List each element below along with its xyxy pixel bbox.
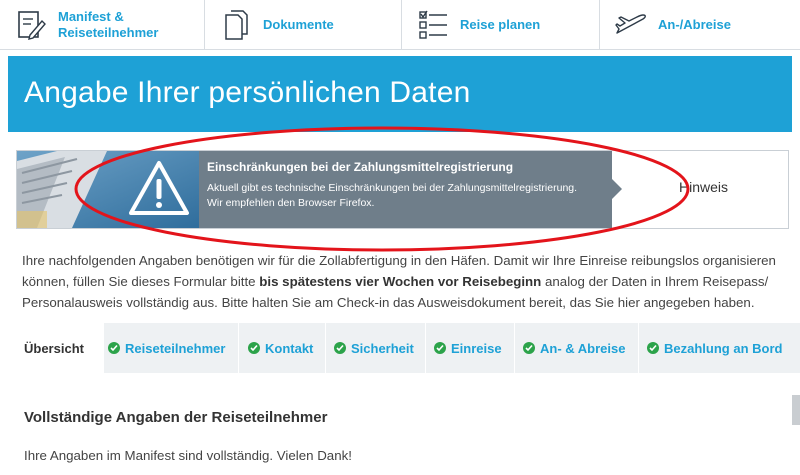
summary-text: Ihre Angaben im Manifest sind vollständi… xyxy=(24,448,352,463)
top-navigation: Manifest & Reiseteilnehmer Dokumente Rei… xyxy=(0,0,800,50)
nav-reise-planen-label: Reise planen xyxy=(460,17,541,32)
check-icon xyxy=(108,342,120,354)
notice-line-2: Wir empfehlen den Browser Firefox. xyxy=(207,197,375,209)
section-tabs: Übersicht Reiseteilnehmer Kontakt Sicher… xyxy=(16,323,800,373)
nav-reise-planen[interactable]: Reise planen xyxy=(402,0,600,50)
page-title: Angabe Ihrer persönlichen Daten xyxy=(24,76,471,109)
intro-deadline: bis spätestens vier Wochen vor Reisebegi… xyxy=(259,274,542,289)
tab-reiseteilnehmer[interactable]: Reiseteilnehmer xyxy=(104,323,238,373)
notice-hint-link[interactable]: Hinweis xyxy=(679,179,728,195)
tab-bezahlung[interactable]: Bezahlung an Bord xyxy=(639,323,789,373)
nav-dokumente-label: Dokumente xyxy=(263,17,334,32)
warning-icon xyxy=(127,157,191,221)
intro-paragraph: Ihre nachfolgenden Angaben benötigen wir… xyxy=(22,250,792,313)
nav-manifest-label: Manifest & Reiseteilnehmer xyxy=(58,9,159,40)
notice-pointer xyxy=(612,179,622,199)
nav-an-abreise[interactable]: An-/Abreise xyxy=(600,0,800,50)
tab-einreise[interactable]: Einreise xyxy=(426,323,514,373)
documents-icon xyxy=(219,8,253,42)
nav-manifest[interactable]: Manifest & Reiseteilnehmer xyxy=(0,0,205,50)
airplane-icon xyxy=(614,8,648,42)
tab-uebersicht-label: Übersicht xyxy=(24,340,84,356)
check-icon xyxy=(523,342,535,354)
notice-title: Einschränkungen bei der Zahlungsmittelre… xyxy=(207,160,514,174)
notice-text: Aktuell gibt es technische Einschränkung… xyxy=(207,181,607,211)
tab-an-abreise[interactable]: An- & Abreise xyxy=(515,323,638,373)
tab-bezahlung-label: Bezahlung an Bord xyxy=(664,340,783,356)
tab-reiseteilnehmer-label: Reiseteilnehmer xyxy=(125,340,226,356)
notice-line-1: Aktuell gibt es technische Einschränkung… xyxy=(207,182,578,194)
nav-dokumente[interactable]: Dokumente xyxy=(205,0,402,50)
tab-sicherheit-label: Sicherheit xyxy=(351,340,414,356)
tab-uebersicht[interactable]: Übersicht xyxy=(16,323,104,373)
payment-notice: Einschränkungen bei der Zahlungsmittelre… xyxy=(16,150,789,229)
checklist-icon xyxy=(416,8,450,42)
tab-an-abreise-label: An- & Abreise xyxy=(540,340,626,356)
scrollbar-thumb[interactable] xyxy=(792,395,800,425)
check-icon xyxy=(434,342,446,354)
check-icon xyxy=(334,342,346,354)
nav-an-abreise-label: An-/Abreise xyxy=(658,17,731,32)
tab-einreise-label: Einreise xyxy=(451,340,502,356)
manifest-edit-icon xyxy=(14,8,48,42)
page-header: Angabe Ihrer persönlichen Daten xyxy=(8,56,792,132)
tab-kontakt-label: Kontakt xyxy=(265,340,314,356)
tab-kontakt[interactable]: Kontakt xyxy=(239,323,325,373)
check-icon xyxy=(647,342,659,354)
check-icon xyxy=(248,342,260,354)
tab-sicherheit[interactable]: Sicherheit xyxy=(326,323,425,373)
summary-heading: Vollständige Angaben der Reiseteilnehmer xyxy=(24,409,328,426)
